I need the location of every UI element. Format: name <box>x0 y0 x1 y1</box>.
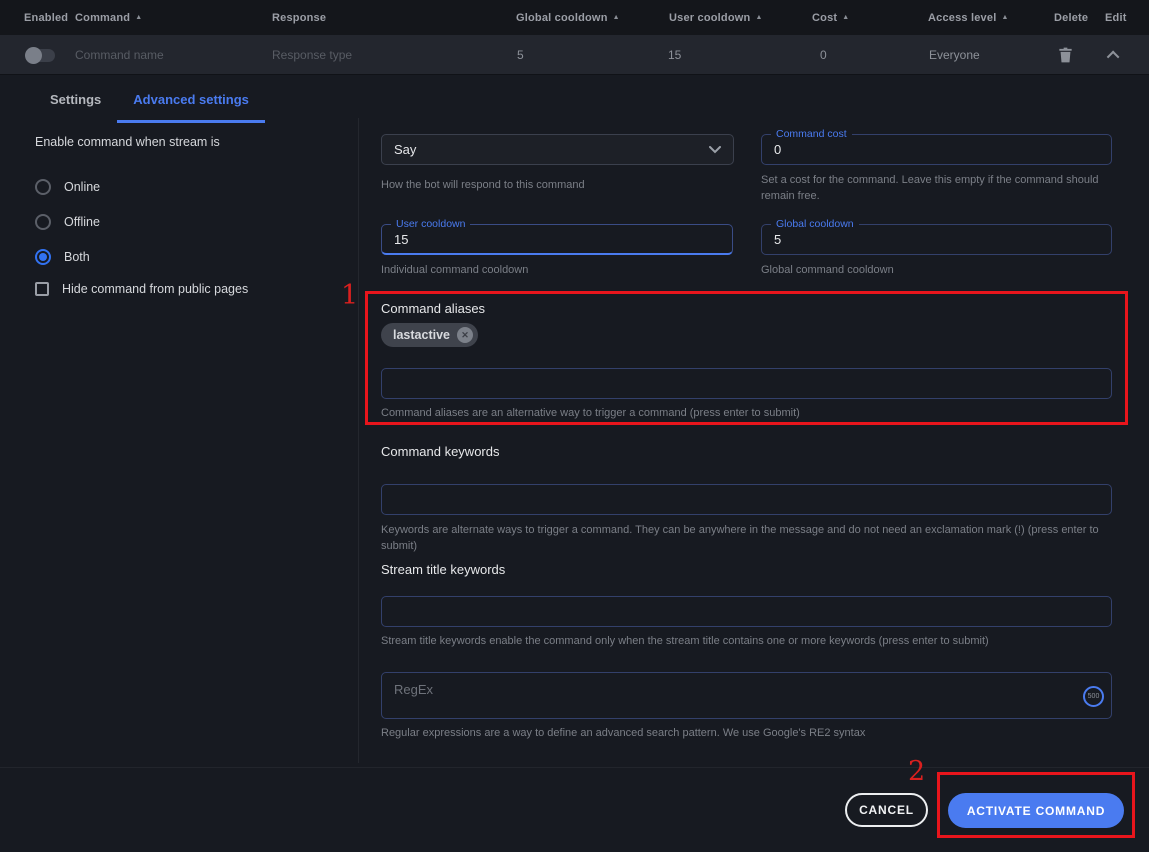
radio-both[interactable]: Both <box>35 239 345 274</box>
editor-tabs: Settings Advanced settings <box>34 84 265 123</box>
checkbox-icon <box>35 282 49 296</box>
helper-text: Keywords are alternate ways to trigger a… <box>381 523 1112 555</box>
toggle-knob <box>25 47 42 64</box>
user-cooldown-field[interactable]: User cooldown <box>381 224 733 255</box>
vertical-divider <box>358 118 359 763</box>
command-cost-field[interactable]: Command cost <box>761 134 1112 165</box>
helper-text: Command aliases are an alternative way t… <box>381 406 1112 422</box>
col-response: Response <box>272 0 326 35</box>
alias-chip: lastactive ✕ <box>381 323 478 347</box>
command-editor-screen: Enabled Command▲ Response Global cooldow… <box>0 0 1149 852</box>
stream-state-panel: Enable command when stream is Online Off… <box>35 135 345 296</box>
helper-text: Set a cost for the command. Leave this e… <box>761 173 1112 205</box>
radio-selected-icon <box>35 249 51 265</box>
tab-settings[interactable]: Settings <box>34 84 117 123</box>
cancel-button[interactable]: CANCEL <box>845 793 928 827</box>
helper-text: Regular expressions are a way to define … <box>381 726 1112 742</box>
remove-chip-icon[interactable]: ✕ <box>457 327 473 343</box>
advanced-settings-form: Say How the bot will respond to this com… <box>381 0 1112 852</box>
helper-text: Global command cooldown <box>761 263 1112 279</box>
sort-asc-icon: ▲ <box>135 14 142 21</box>
radio-offline[interactable]: Offline <box>35 204 345 239</box>
global-cooldown-field[interactable]: Global cooldown <box>761 224 1112 255</box>
regex-input[interactable] <box>382 673 1111 718</box>
col-command[interactable]: Command▲ <box>75 0 142 35</box>
response-type-select[interactable]: Say <box>381 134 734 165</box>
field-label: User cooldown <box>391 218 470 231</box>
field-label: Global cooldown <box>771 218 859 231</box>
response-type-field[interactable]: Response type <box>272 35 352 75</box>
field-label: Command cost <box>771 128 852 141</box>
alias-input[interactable] <box>381 368 1112 399</box>
regex-field[interactable]: 500 <box>381 672 1112 719</box>
helper-text: Stream title keywords enable the command… <box>381 634 1112 650</box>
col-enabled: Enabled <box>24 0 68 35</box>
helper-text: Individual command cooldown <box>381 263 733 279</box>
stream-state-title: Enable command when stream is <box>35 135 345 149</box>
hide-command-checkbox[interactable]: Hide command from public pages <box>35 282 345 296</box>
chevron-down-icon <box>709 146 721 154</box>
keywords-title: Command keywords <box>381 444 500 459</box>
command-name-field[interactable]: Command name <box>75 35 164 75</box>
stream-title-keywords-title: Stream title keywords <box>381 562 505 577</box>
alias-chip-row: lastactive ✕ <box>381 323 478 347</box>
activate-command-button[interactable]: ACTIVATE COMMAND <box>948 793 1124 828</box>
radio-online[interactable]: Online <box>35 169 345 204</box>
helper-text: How the bot will respond to this command <box>381 178 734 194</box>
radio-circle-icon <box>35 179 51 195</box>
radio-circle-icon <box>35 214 51 230</box>
stream-title-keywords-input[interactable] <box>381 596 1112 627</box>
keywords-input[interactable] <box>381 484 1112 515</box>
char-counter-badge: 500 <box>1083 686 1104 707</box>
enabled-toggle[interactable] <box>26 49 55 62</box>
tab-advanced-settings[interactable]: Advanced settings <box>117 84 265 123</box>
aliases-title: Command aliases <box>381 301 485 316</box>
